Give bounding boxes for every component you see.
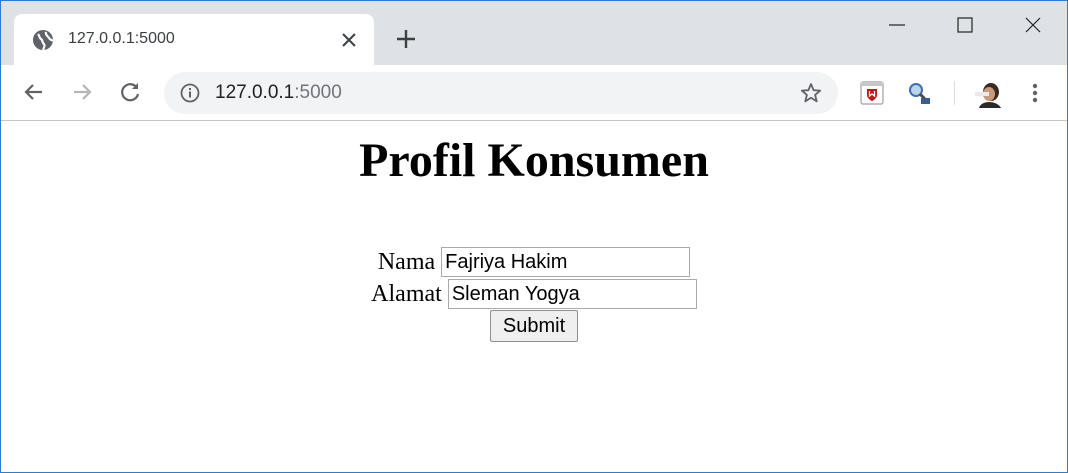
page-content: Profil Konsumen Nama Alamat Submit	[1, 121, 1067, 472]
kebab-menu-icon[interactable]	[1025, 81, 1045, 105]
active-tab[interactable]: 127.0.0.1:5000	[14, 14, 374, 65]
nama-row: Nama	[1, 246, 1067, 278]
minimize-icon[interactable]	[885, 13, 909, 37]
close-tab-icon[interactable]	[340, 31, 358, 49]
info-icon[interactable]	[180, 83, 200, 103]
nama-label: Nama	[377, 248, 436, 275]
profile-avatar-icon[interactable]	[973, 80, 1003, 108]
toolbar-divider	[954, 81, 955, 105]
tab-title: 127.0.0.1:5000	[68, 30, 175, 47]
tab-strip: 127.0.0.1:5000	[1, 1, 1067, 65]
url-host: 127.0.0.1	[215, 82, 295, 103]
page-title: Profil Konsumen	[359, 134, 709, 187]
back-arrow-icon[interactable]	[21, 79, 47, 105]
submit-row: Submit	[1, 310, 1067, 342]
mcafee-extension-icon[interactable]	[860, 81, 884, 105]
alamat-row: Alamat	[1, 278, 1067, 310]
nama-input[interactable]	[441, 247, 691, 277]
new-tab-icon[interactable]	[394, 27, 418, 51]
browser-toolbar: 127.0.0.1:5000	[1, 65, 1067, 121]
browser-window: 127.0.0.1:5000 127.0.0.1:5000 Profil Kon…	[0, 0, 1068, 473]
alamat-label: Alamat	[371, 280, 442, 307]
bookmark-star-icon[interactable]	[800, 82, 822, 104]
url-text[interactable]: 127.0.0.1:5000	[215, 82, 342, 104]
address-bar[interactable]: 127.0.0.1:5000	[164, 72, 838, 114]
forward-arrow-icon[interactable]	[69, 79, 95, 105]
alamat-input[interactable]	[447, 279, 697, 309]
submit-button[interactable]: Submit	[489, 310, 579, 342]
close-window-icon[interactable]	[1021, 13, 1045, 37]
reload-icon[interactable]	[117, 79, 143, 105]
search-extension-icon[interactable]	[907, 81, 931, 105]
url-port: :5000	[294, 82, 342, 103]
profile-form: Nama Alamat Submit	[1, 246, 1067, 342]
maximize-icon[interactable]	[953, 13, 977, 37]
globe-icon	[33, 30, 54, 51]
